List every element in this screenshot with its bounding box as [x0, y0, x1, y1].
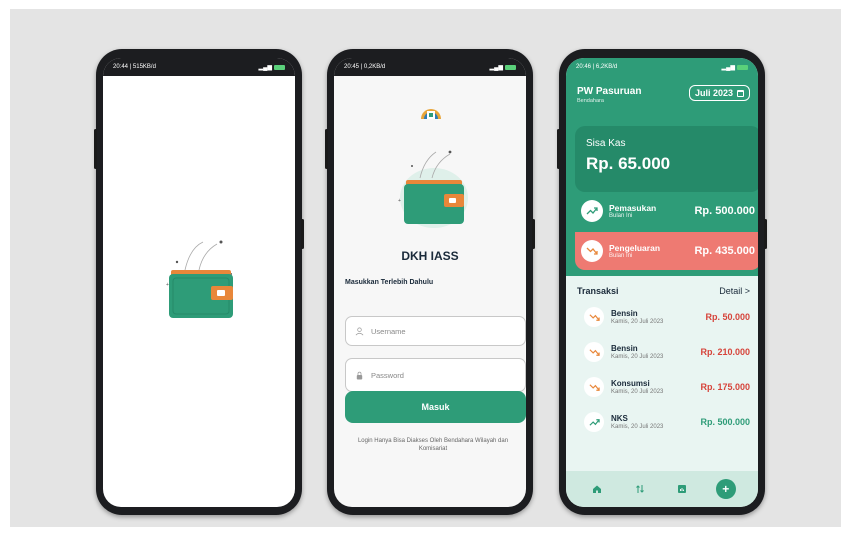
background-canvas: 20:44 | 515KB/d ▂▄▆ + 20:45 | 0,2KB/d ▂▄… [10, 9, 841, 527]
wallet-illustration: + [166, 240, 233, 318]
income-title: Pemasukan [609, 203, 657, 213]
username-placeholder: Username [371, 326, 406, 336]
calendar-icon [737, 89, 744, 97]
trend-down-icon [584, 377, 604, 397]
transaction-row[interactable]: Bensin Kamis, 20 Juli 2023 Rp. 210.000 [584, 339, 750, 365]
income-subtitle: Bulan Ini [609, 213, 633, 219]
signal-icon: ▂▄▆ [721, 64, 735, 71]
trend-down-icon [584, 342, 604, 362]
transaction-amount: Rp. 500.000 [700, 417, 750, 427]
trend-up-icon [584, 412, 604, 432]
status-bar: 20:44 | 515KB/d ▂▄▆ [103, 58, 295, 76]
phone-login: 20:45 | 0,2KB/d ▂▄▆ + DKH IASS Masukkan … [325, 49, 535, 515]
transaction-name: NKS [611, 414, 628, 423]
balance-value: Rp. 65.000 [586, 154, 671, 173]
detail-link[interactable]: Detail > [719, 286, 750, 296]
organization-info: PW Pasuruan Bendahara [577, 86, 641, 104]
login-prompt: Masukkan Terlebih Dahulu [345, 279, 434, 286]
report-icon[interactable] [673, 480, 691, 498]
transaction-amount: Rp. 210.000 [700, 347, 750, 357]
transaction-amount: Rp. 175.000 [700, 382, 750, 392]
month-label: Juli 2023 [694, 88, 733, 98]
battery-icon [274, 64, 285, 70]
expense-subtitle: Bulan Ini [609, 253, 633, 259]
password-field[interactable]: Password [345, 358, 526, 392]
username-field[interactable]: Username [345, 316, 526, 346]
transaction-date: Kamis, 20 Juli 2023 [611, 424, 664, 430]
phone-splash: 20:44 | 515KB/d ▂▄▆ + [94, 49, 304, 515]
bottom-navigation: + [566, 471, 758, 507]
status-bar: 20:45 | 0,2KB/d ▂▄▆ [334, 58, 526, 76]
home-icon[interactable] [588, 480, 606, 498]
add-icon[interactable]: + [715, 479, 736, 499]
expense-card[interactable]: Pengeluaran Bulan Ini Rp. 435.000 [575, 232, 758, 270]
balance-label: Sisa Kas [586, 138, 626, 149]
income-amount: Rp. 500.000 [694, 205, 755, 217]
expense-amount: Rp. 435.000 [694, 245, 755, 257]
transaction-date: Kamis, 20 Juli 2023 [611, 389, 664, 395]
svg-text:+: + [166, 282, 169, 288]
signal-icon: ▂▄▆ [489, 64, 503, 71]
svg-text:+: + [398, 198, 401, 204]
expense-title: Pengeluaran [609, 243, 661, 253]
org-role: Bendahara [577, 98, 604, 104]
status-bar: 20:46 | 6,2KB/d ▂▄▆ [566, 58, 758, 76]
signal-icon: ▂▄▆ [258, 64, 272, 71]
dashboard-screen: 20:46 | 6,2KB/d ▂▄▆ PW Pasuruan Bendahar… [566, 58, 758, 507]
user-icon [355, 327, 364, 335]
wallet-illustration: + [398, 150, 468, 228]
phone-dashboard: 20:46 | 6,2KB/d ▂▄▆ PW Pasuruan Bendahar… [557, 49, 767, 515]
transactions-title: Transaksi [577, 286, 619, 296]
transaction-row[interactable]: Bensin Kamis, 20 Juli 2023 Rp. 50.000 [584, 304, 750, 330]
transaction-date: Kamis, 20 Juli 2023 [611, 319, 664, 325]
transaction-row[interactable]: NKS Kamis, 20 Juli 2023 Rp. 500.000 [584, 409, 750, 435]
status-time: 20:44 | 515KB/d [113, 64, 156, 70]
org-name: PW Pasuruan [577, 86, 642, 97]
transactions-header: Transaksi Detail > [577, 286, 750, 296]
app-brand-title: DKH IASS [401, 249, 459, 263]
login-note: Login Hanya Bisa Diakses Oleh Bendahara … [357, 438, 509, 452]
password-placeholder: Password [371, 370, 404, 380]
transaction-date: Kamis, 20 Juli 2023 [611, 354, 664, 360]
lock-icon [356, 371, 363, 380]
login-screen: 20:45 | 0,2KB/d ▂▄▆ + DKH IASS Masukkan … [334, 58, 526, 507]
income-card[interactable]: Pemasukan Bulan Ini Rp. 500.000 [575, 192, 758, 230]
transaction-row[interactable]: Konsumsi Kamis, 20 Juli 2023 Rp. 175.000 [584, 374, 750, 400]
trend-down-icon [581, 240, 603, 262]
transaction-amount: Rp. 50.000 [705, 312, 750, 322]
splash-screen: 20:44 | 515KB/d ▂▄▆ + [103, 58, 295, 507]
transaction-name: Bensin [611, 309, 638, 318]
organization-logo [421, 109, 441, 119]
status-time: 20:46 | 6,2KB/d [576, 64, 618, 70]
battery-icon [505, 64, 516, 70]
transaction-name: Konsumsi [611, 379, 650, 388]
login-button[interactable]: Masuk [345, 391, 526, 423]
transfer-icon[interactable] [631, 480, 649, 498]
transaction-name: Bensin [611, 344, 638, 353]
battery-icon [737, 64, 748, 70]
balance-card: Sisa Kas Rp. 65.000 [575, 126, 758, 192]
trend-down-icon [584, 307, 604, 327]
month-selector[interactable]: Juli 2023 [688, 85, 750, 101]
status-time: 20:45 | 0,2KB/d [344, 64, 386, 70]
trend-up-icon [581, 200, 603, 222]
